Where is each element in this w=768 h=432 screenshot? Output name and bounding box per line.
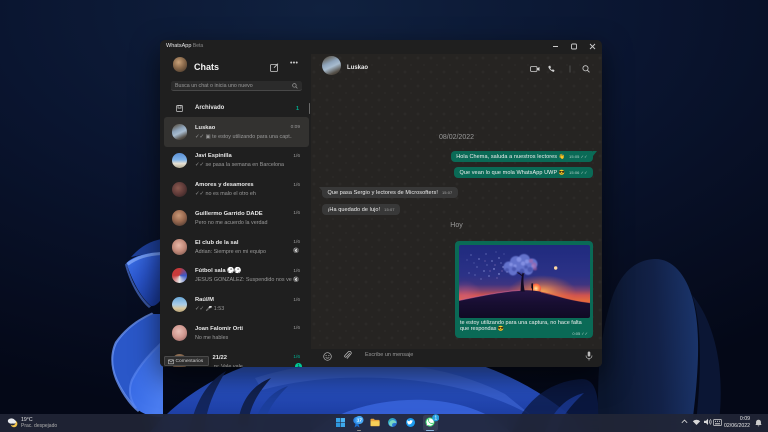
svg-text:1: 1 [434,416,437,422]
svg-text:17: 17 [357,418,363,423]
